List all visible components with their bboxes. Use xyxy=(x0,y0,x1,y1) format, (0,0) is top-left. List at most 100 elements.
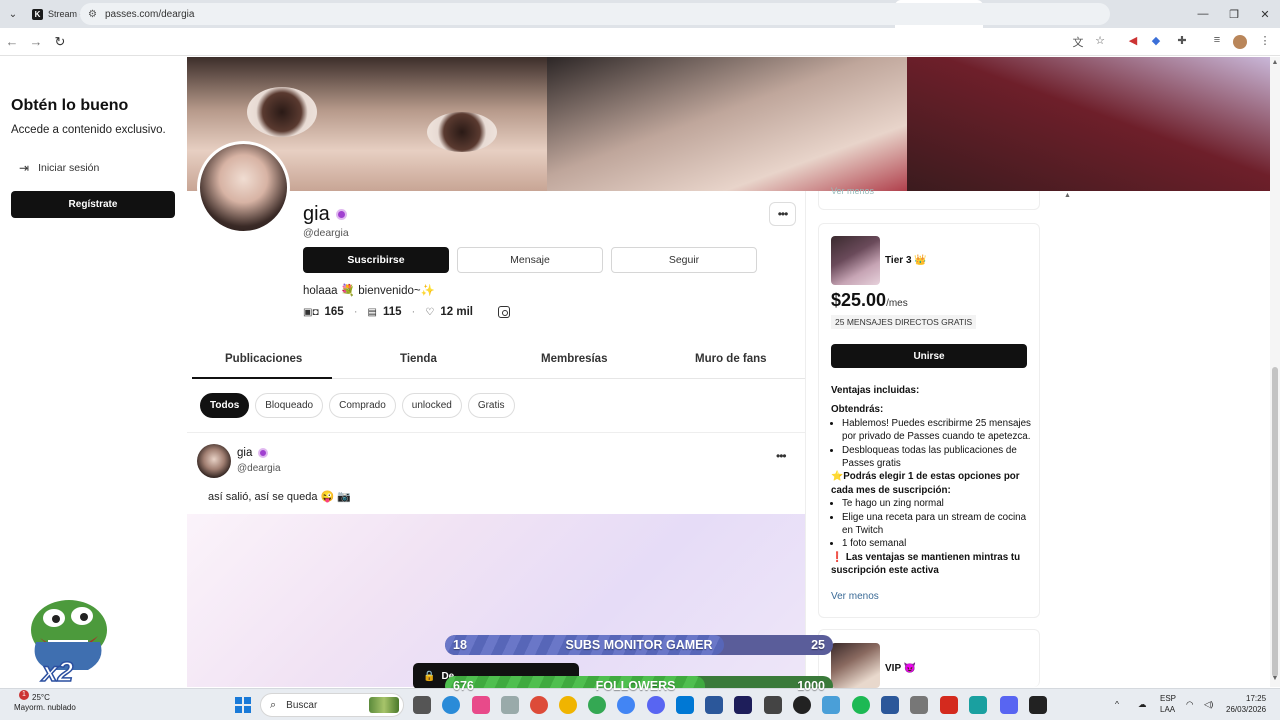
profile-avatar-icon[interactable] xyxy=(1233,35,1247,49)
wifi-icon[interactable]: ◠ xyxy=(1186,699,1193,710)
volume-icon[interactable]: ◁) xyxy=(1204,699,1213,710)
instagram-icon[interactable] xyxy=(498,306,510,318)
post-author-name[interactable]: gia xyxy=(237,447,252,459)
language-indicator[interactable]: ESP LAA xyxy=(1160,693,1176,715)
onedrive-icon[interactable]: ☁ xyxy=(1138,699,1147,710)
address-bar-row: ← → ↻ xyxy=(0,28,1280,56)
tier-description: Ventajas incluidas: Obtendrás: Hablemos!… xyxy=(831,384,1031,578)
back-icon[interactable]: ← xyxy=(0,34,24,49)
subs-current: 18 xyxy=(453,638,467,652)
chrome-icon[interactable] xyxy=(530,696,548,714)
taskbar-search[interactable]: ⌕ Buscar xyxy=(260,693,404,717)
app-icon[interactable] xyxy=(472,696,490,714)
scroll-thumb[interactable] xyxy=(1272,367,1278,677)
reload-icon[interactable]: ↻ xyxy=(48,34,72,50)
page-scrollbar[interactable]: ▲ ▼ xyxy=(1270,57,1280,687)
scroll-up-icon[interactable]: ▲ xyxy=(1270,59,1280,66)
epic-games-icon[interactable] xyxy=(1029,696,1047,714)
previous-see-less-link[interactable]: Ver menos xyxy=(831,186,874,196)
tier-scroll-up-icon[interactable]: ▲ xyxy=(1064,192,1071,199)
filter-gratis[interactable]: Gratis xyxy=(467,393,515,418)
tray-chevron-icon[interactable]: ^ xyxy=(1115,699,1119,709)
word-icon[interactable] xyxy=(881,696,899,714)
app-icon[interactable] xyxy=(764,696,782,714)
followers-goal: 1000 xyxy=(797,679,825,693)
discord-icon[interactable] xyxy=(1000,696,1018,714)
chrome-icon[interactable] xyxy=(617,696,635,714)
profile-avatar[interactable] xyxy=(197,141,290,234)
edge-icon[interactable] xyxy=(442,696,460,714)
translate-icon[interactable]: 文 xyxy=(1070,34,1086,50)
outlook-icon[interactable] xyxy=(676,696,694,714)
weather-widget[interactable]: 1 25°C Mayorm. nublado xyxy=(14,690,76,713)
obtain-heading: Obtendrás: xyxy=(831,404,884,416)
minimize-icon[interactable]: — xyxy=(1188,0,1218,28)
app-icon[interactable] xyxy=(969,696,987,714)
profile-banner xyxy=(187,57,1270,191)
profile-more-options-icon[interactable]: ••• xyxy=(769,202,796,226)
filter-comprado[interactable]: Comprado xyxy=(329,393,396,418)
post-media-locked[interactable] xyxy=(187,514,805,687)
extensions-puzzle-icon[interactable]: ✚ xyxy=(1174,34,1190,47)
register-button[interactable]: Regístrate xyxy=(11,191,175,218)
app-icon[interactable] xyxy=(647,696,665,714)
subscribe-button[interactable]: Suscribirse xyxy=(303,247,449,273)
app-icon[interactable] xyxy=(501,696,519,714)
tab-muro-de-fans[interactable]: Muro de fans xyxy=(695,353,767,365)
join-tier-button[interactable]: Unirse xyxy=(831,344,1027,368)
option-item: Elige una receta para un stream de cocin… xyxy=(842,511,1031,538)
extension-translate-icon[interactable]: ◆ xyxy=(1148,34,1164,47)
url-field[interactable]: ⚙ passes.com/deargia xyxy=(80,3,1110,25)
filter-todos[interactable]: Todos xyxy=(200,393,250,418)
calculator-icon[interactable] xyxy=(910,696,928,714)
verified-badge-icon xyxy=(335,209,347,220)
filter-bloqueado[interactable]: Bloqueado xyxy=(255,393,324,418)
heart-icon: ♡ xyxy=(425,306,435,318)
post-author-avatar[interactable] xyxy=(197,444,231,478)
tier-price-row: $25.00/mes xyxy=(831,290,908,311)
option-item: 1 foto semanal xyxy=(842,537,1031,550)
tab-membresias[interactable]: Membresías xyxy=(541,353,607,365)
media-count: 165 xyxy=(324,306,344,318)
app-icon[interactable] xyxy=(705,696,723,714)
site-info-icon[interactable]: ⚙ xyxy=(88,9,97,20)
tier-badge: 25 MENSAJES DIRECTOS GRATIS xyxy=(831,315,977,329)
filter-unlocked[interactable]: unlocked xyxy=(401,393,462,418)
close-window-icon[interactable]: ✕ xyxy=(1250,0,1280,28)
app-icon[interactable] xyxy=(822,696,840,714)
follow-button[interactable]: Seguir xyxy=(611,247,757,273)
scroll-down-icon[interactable]: ▼ xyxy=(1270,675,1280,682)
tab-search-chevron-icon[interactable]: ⌄ xyxy=(0,0,26,28)
spotify-icon[interactable] xyxy=(852,696,870,714)
see-less-link[interactable]: Ver menos xyxy=(831,591,879,602)
premiere-icon[interactable] xyxy=(734,696,752,714)
chrome-icon[interactable] xyxy=(588,696,606,714)
lang-bottom: LAA xyxy=(1160,705,1176,714)
maximize-icon[interactable]: ❐ xyxy=(1219,0,1249,28)
forward-icon[interactable]: → xyxy=(24,34,48,49)
message-button[interactable]: Mensaje xyxy=(457,247,603,273)
chrome-icon[interactable] xyxy=(559,696,577,714)
subs-goal: 25 xyxy=(811,638,825,652)
browser-menu-icon[interactable]: ⋮ xyxy=(1257,34,1273,47)
bookmark-star-icon[interactable]: ☆ xyxy=(1092,34,1108,47)
sidebar-subtitle: Accede a contenido exclusivo. xyxy=(11,124,166,136)
obs-icon[interactable] xyxy=(793,696,811,714)
divider xyxy=(187,432,805,433)
tab-favicon-icon: K xyxy=(32,8,43,20)
login-link[interactable]: ⇥ Iniciar sesión xyxy=(19,161,99,175)
extension-megaphone-icon[interactable]: ◀ xyxy=(1125,34,1141,47)
tab-publicaciones[interactable]: Publicaciones xyxy=(225,353,302,365)
post-more-options-icon[interactable]: ••• xyxy=(776,449,787,463)
system-clock[interactable]: 17:25 26/03/2026 xyxy=(1226,693,1266,715)
reading-list-icon[interactable]: ≡ xyxy=(1209,34,1225,46)
profile-handle: @deargia xyxy=(303,227,349,239)
posts-icon: ▤ xyxy=(367,306,377,318)
start-windows-icon[interactable] xyxy=(235,697,251,713)
acrobat-icon[interactable] xyxy=(940,696,958,714)
tab-tienda[interactable]: Tienda xyxy=(400,353,437,365)
media-icon: ▣◘ xyxy=(303,306,319,318)
login-label: Iniciar sesión xyxy=(38,162,100,174)
post-caption: así salió, así se queda 😜 📷 xyxy=(208,491,351,503)
task-view-icon[interactable] xyxy=(413,696,431,714)
